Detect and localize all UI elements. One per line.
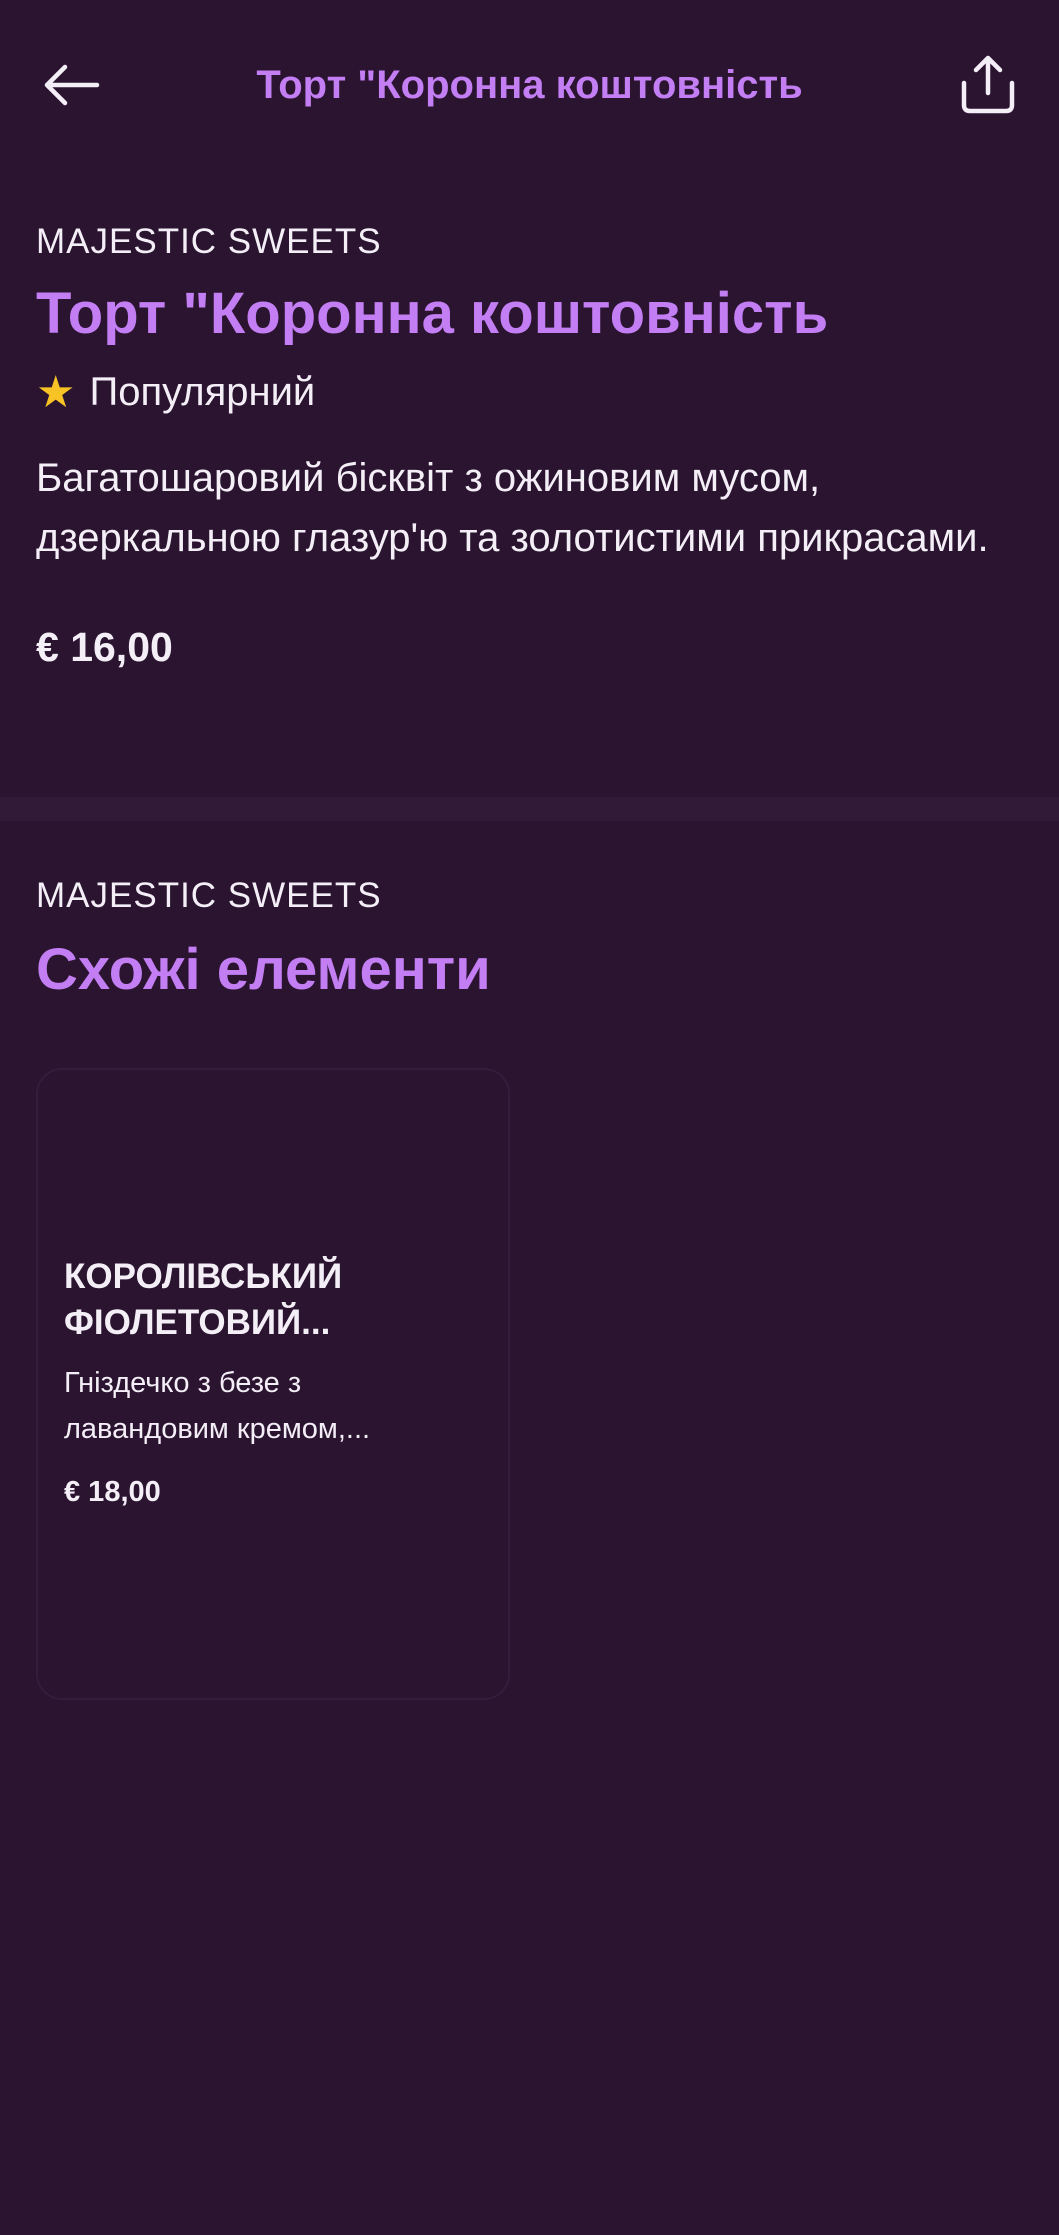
card-title-line-1: КОРОЛІВСЬКИЙ bbox=[64, 1257, 343, 1296]
arrow-left-icon bbox=[44, 64, 100, 106]
section-divider bbox=[0, 797, 1059, 821]
card-title: КОРОЛІВСЬКИЙ ФІОЛЕТОВИЙ... bbox=[64, 1254, 488, 1346]
product-description: Багатошаровий бісквіт з ожиновим мусом, … bbox=[36, 456, 989, 560]
card-description-line-2: лавандовим кремом,... bbox=[64, 1413, 371, 1445]
product-details: MAJESTIC SWEETS Торт "Коронна коштовніст… bbox=[36, 222, 1023, 671]
card-description: Гніздечко з безе з лавандовим кремом,... bbox=[64, 1360, 488, 1452]
similar-item-card[interactable]: КОРОЛІВСЬКИЙ ФІОЛЕТОВИЙ... Гніздечко з б… bbox=[36, 1068, 510, 1700]
similar-heading: Схожі елементи bbox=[36, 937, 491, 1002]
product-price: € 16,00 bbox=[36, 624, 173, 670]
top-bar-title: Торт "Коронна коштовність bbox=[256, 62, 803, 107]
similar-items-header: MAJESTIC SWEETS Схожі елементи bbox=[36, 876, 1023, 1003]
card-title-line-2: ФІОЛЕТОВИЙ... bbox=[64, 1303, 331, 1342]
share-button[interactable] bbox=[953, 50, 1023, 120]
card-description-line-1: Гніздечко з безе з bbox=[64, 1367, 302, 1399]
similar-store-name: MAJESTIC SWEETS bbox=[36, 876, 382, 915]
top-app-bar: Торт "Коронна коштовність bbox=[0, 0, 1059, 170]
share-icon bbox=[961, 55, 1015, 114]
card-price: € 18,00 bbox=[64, 1476, 161, 1508]
store-name: MAJESTIC SWEETS bbox=[36, 222, 382, 261]
badge-label: Популярний bbox=[89, 370, 316, 414]
card-body: КОРОЛІВСЬКИЙ ФІОЛЕТОВИЙ... Гніздечко з б… bbox=[64, 1254, 488, 1509]
product-title: Торт "Коронна коштовність bbox=[36, 281, 829, 346]
back-button[interactable] bbox=[36, 50, 106, 120]
star-icon: ★ bbox=[36, 368, 76, 417]
popular-badge: ★ Популярний bbox=[36, 367, 1023, 418]
